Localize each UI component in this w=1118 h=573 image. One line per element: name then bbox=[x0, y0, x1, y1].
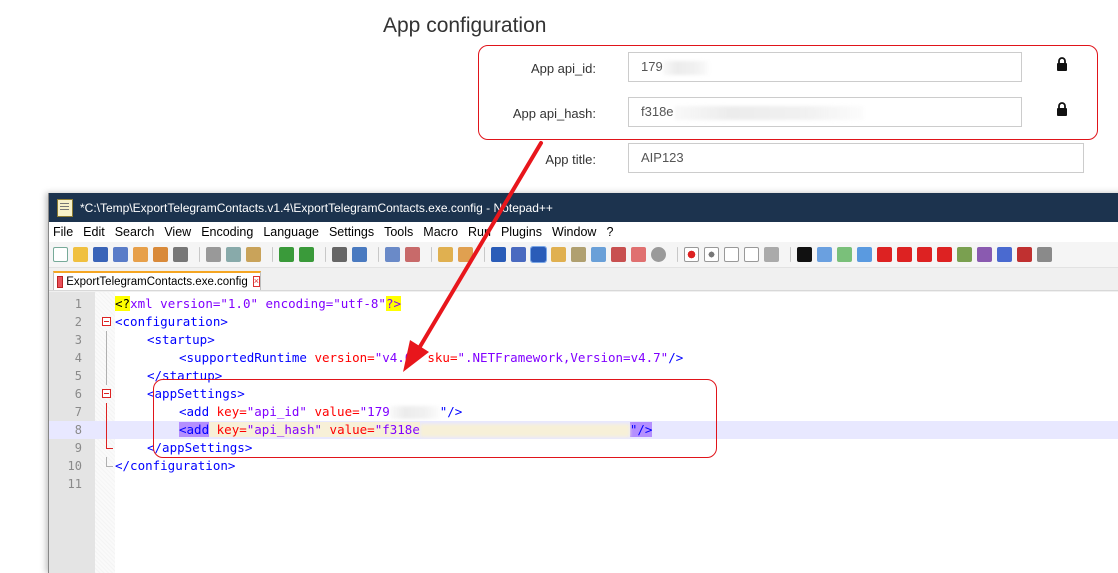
annotation-arrow-icon bbox=[403, 141, 543, 372]
